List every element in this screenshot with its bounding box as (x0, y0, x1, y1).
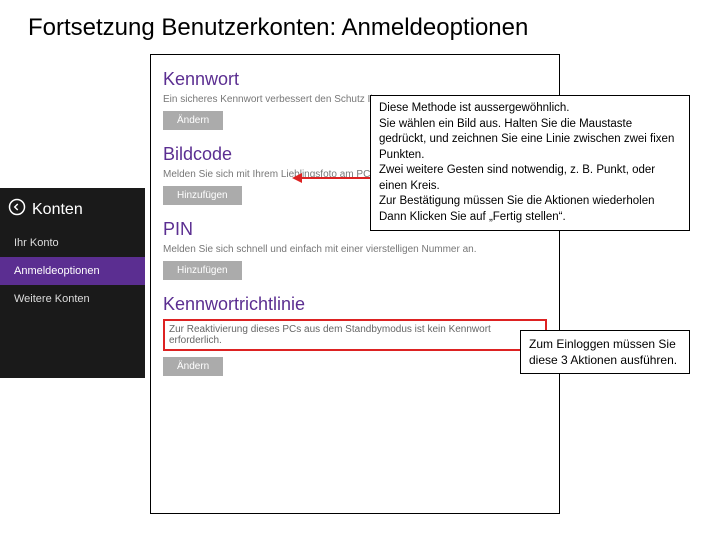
back-arrow-icon[interactable] (8, 198, 32, 221)
policy-highlight: Zur Reaktivierung dieses PCs aus dem Sta… (163, 319, 547, 351)
section-richtlinie-title: Kennwortrichtlinie (163, 294, 547, 315)
sidebar-item-signin-options[interactable]: Anmeldeoptionen (0, 257, 145, 285)
annotation-large: Diese Methode ist aussergewöhnlich.Sie w… (370, 95, 690, 231)
section-pin-sub: Melden Sie sich schnell und einfach mit … (163, 244, 547, 255)
page-title: Fortsetzung Benutzerkonten: Anmeldeoptio… (0, 0, 720, 48)
pin-add-button[interactable]: Hinzufügen (163, 261, 242, 280)
sidebar-header[interactable]: Konten (0, 188, 145, 229)
richtlinie-change-button[interactable]: Ändern (163, 357, 223, 376)
sidebar-item-your-account[interactable]: Ihr Konto (0, 229, 145, 257)
bildcode-add-button[interactable]: Hinzufügen (163, 186, 242, 205)
red-arrow-icon (292, 173, 372, 183)
sidebar-item-other-accounts[interactable]: Weitere Konten (0, 285, 145, 313)
kennwort-change-button[interactable]: Ändern (163, 111, 223, 130)
sidebar: Konten Ihr Konto Anmeldeoptionen Weitere… (0, 188, 145, 378)
annotation-small: Zum Einloggen müssen Sie diese 3 Aktione… (520, 330, 690, 374)
section-kennwort-title: Kennwort (163, 69, 547, 90)
sidebar-title: Konten (32, 201, 83, 219)
